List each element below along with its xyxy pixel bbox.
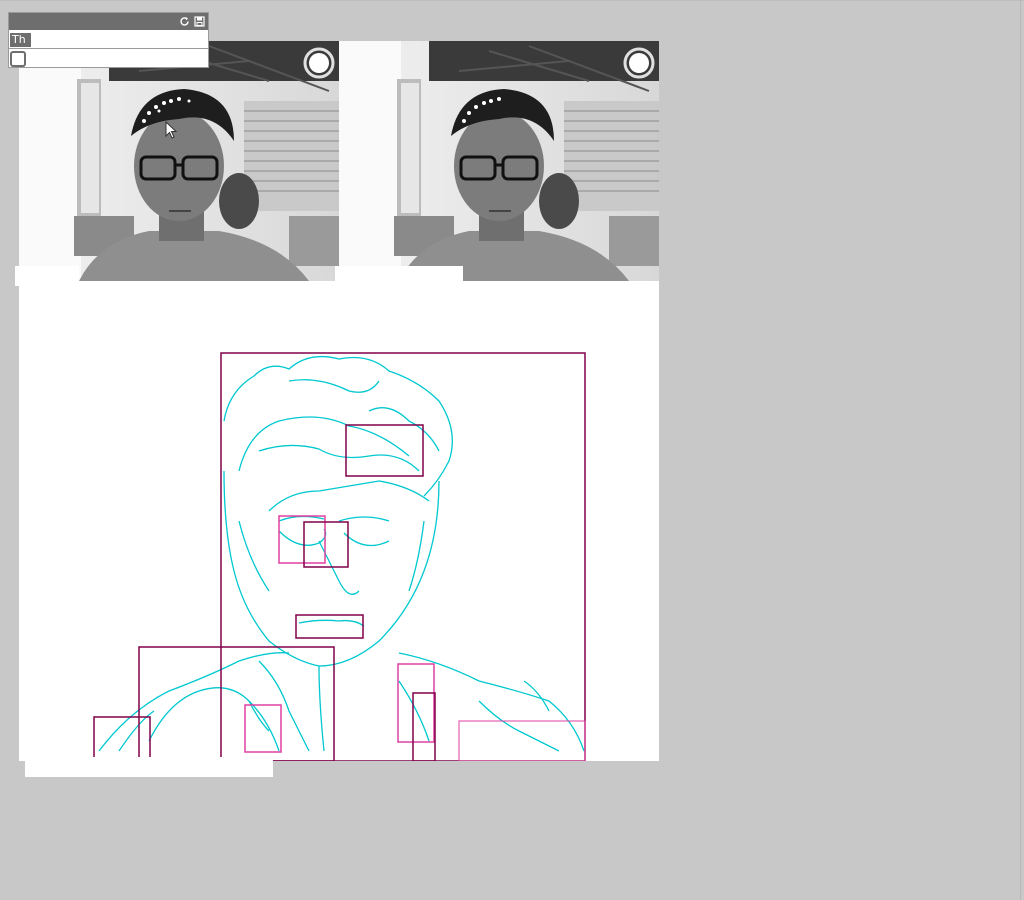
- webcam-image-right: [339, 41, 659, 281]
- refresh-icon[interactable]: [179, 16, 190, 27]
- text-row: Th: [9, 31, 208, 49]
- mouse-cursor-icon: [165, 121, 178, 139]
- app-stage: Th: [0, 0, 1024, 900]
- edge-detection-canvas: [19, 281, 659, 761]
- checkbox-row: [9, 50, 208, 68]
- top-border: [0, 0, 1024, 1]
- right-border: [1020, 0, 1021, 900]
- control-panel-header: [9, 13, 208, 30]
- toggle-checkbox[interactable]: [10, 51, 26, 67]
- webcam-image-left: [19, 41, 339, 281]
- save-icon[interactable]: [194, 16, 205, 27]
- webcam-frame-right: [339, 41, 659, 281]
- bottom-strip: [25, 757, 273, 777]
- control-panel: Th: [8, 12, 209, 68]
- text-input[interactable]: Th: [10, 33, 31, 47]
- webcam-frame-left: [19, 41, 339, 281]
- edge-canvas-svg: [19, 281, 659, 761]
